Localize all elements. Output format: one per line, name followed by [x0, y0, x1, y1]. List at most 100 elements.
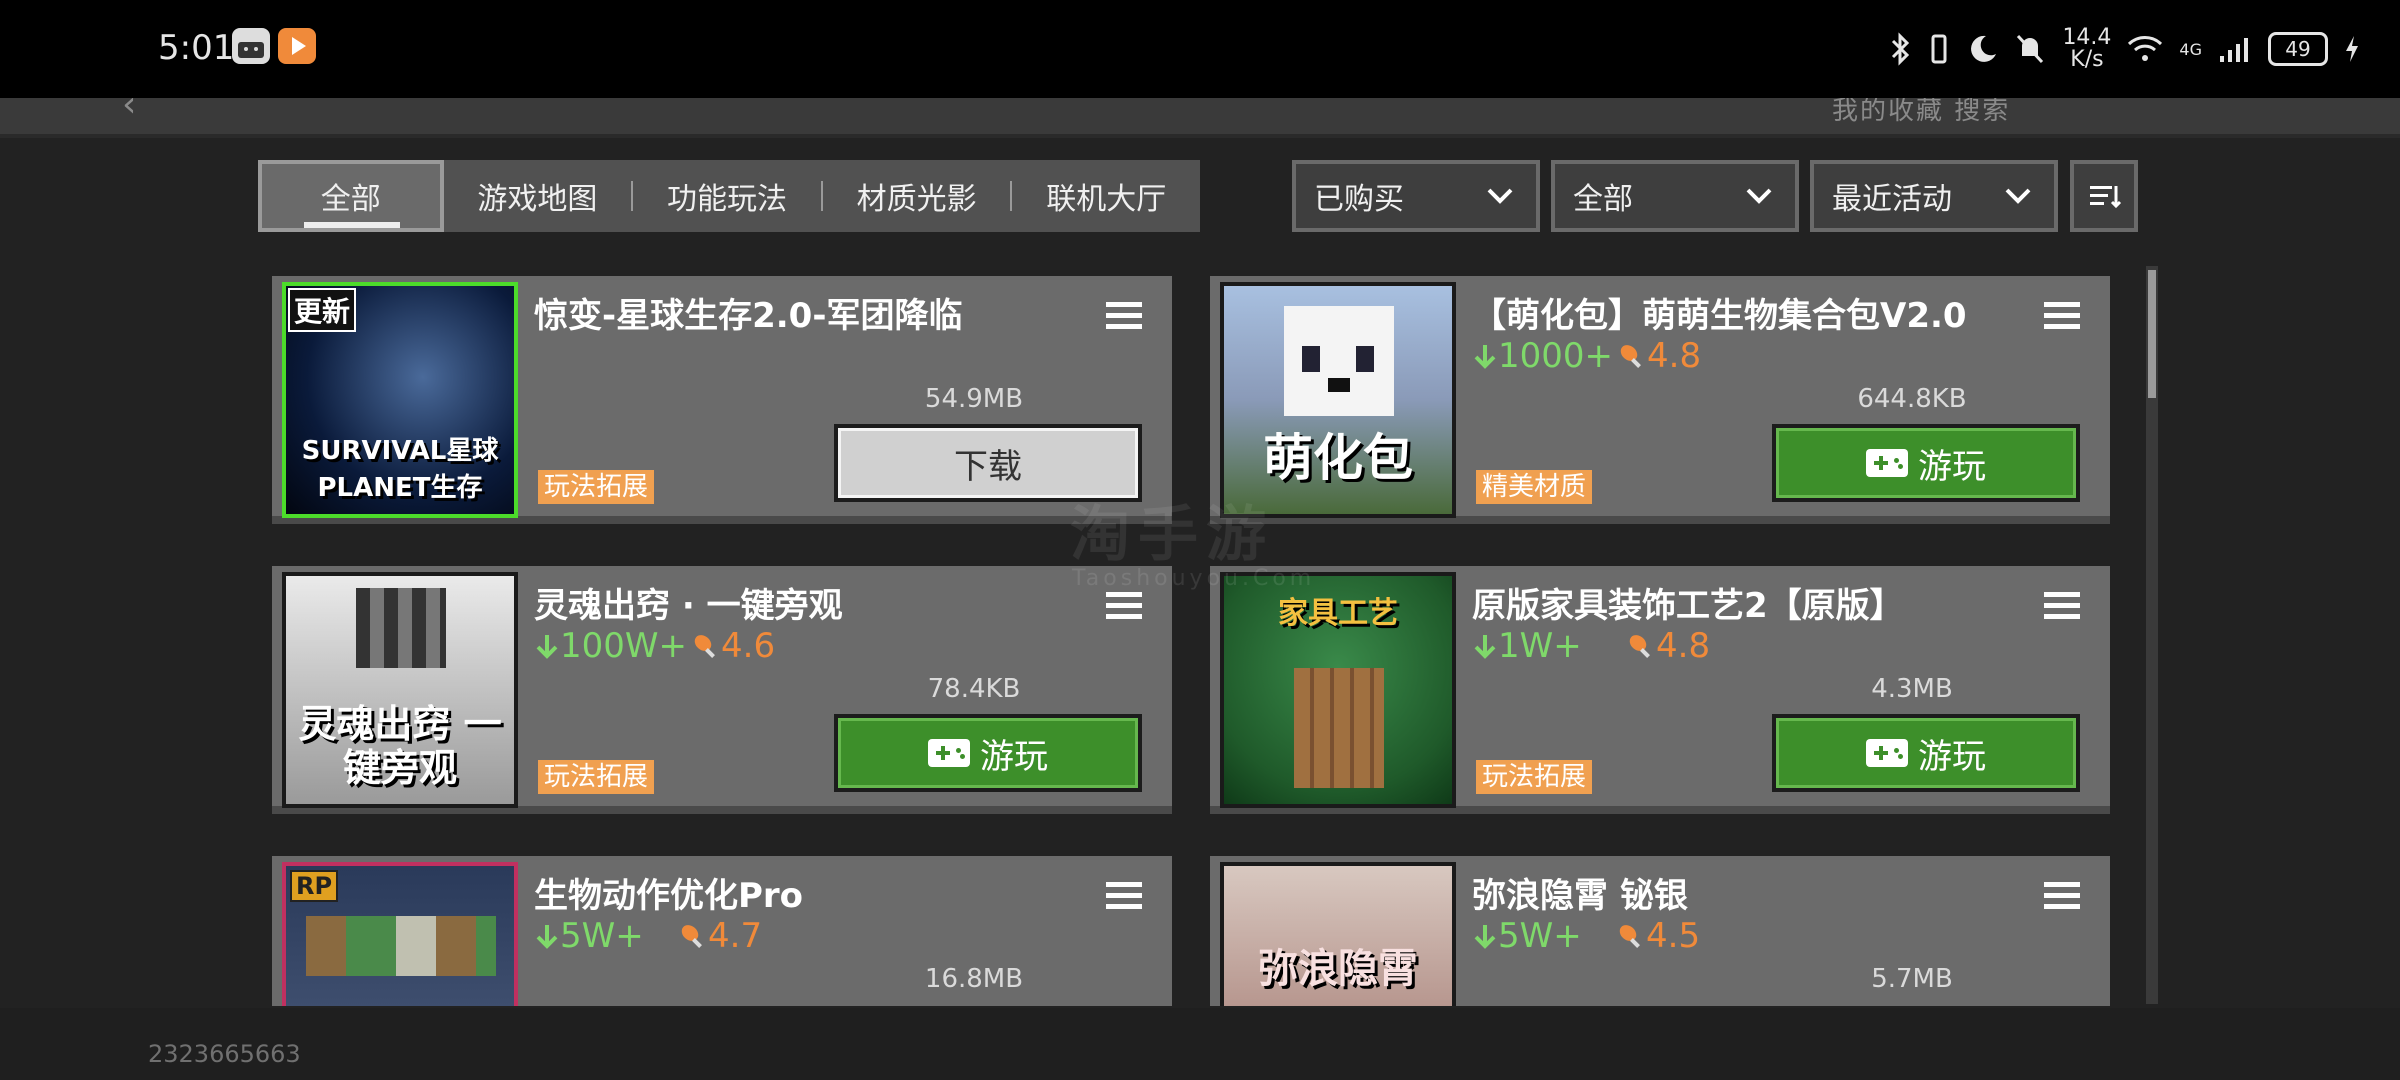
- scrollbar-thumb[interactable]: [2148, 270, 2156, 398]
- play-button[interactable]: 游玩: [1772, 714, 2080, 792]
- file-size: 78.4KB: [927, 674, 1021, 704]
- rating: 4.8: [1617, 336, 1701, 376]
- resource-title[interactable]: 弥浪隐霄 铋银: [1472, 868, 1688, 917]
- tab-all[interactable]: 全部: [258, 160, 444, 232]
- category-tag: 玩法拓展: [538, 470, 655, 504]
- resource-card[interactable]: 萌化包 【萌化包】萌萌生物集合包V2.0 1000+ 4.8 644.8KB 精…: [1210, 276, 2110, 524]
- charging-icon: [2346, 36, 2358, 62]
- tab-textures-shaders[interactable]: 材质光影: [823, 160, 1011, 232]
- resource-title[interactable]: 原版家具装饰工艺2【原版】: [1472, 578, 1904, 627]
- drumstick-icon: [694, 635, 715, 658]
- user-id-label: 2323665663: [148, 1040, 301, 1068]
- drumstick-icon: [1619, 925, 1640, 948]
- tab-multiplayer-lobby[interactable]: 联机大厅: [1012, 160, 1200, 232]
- menu-icon[interactable]: [2042, 878, 2082, 914]
- purchase-filter-dropdown[interactable]: 已购买: [1292, 160, 1540, 232]
- file-size: 5.7MB: [1871, 964, 1953, 994]
- top-links[interactable]: 我的收藏 搜索: [1832, 98, 2010, 127]
- resource-thumbnail[interactable]: 灵魂出窍 一键旁观: [282, 572, 518, 808]
- play-button[interactable]: 游玩: [834, 714, 1142, 792]
- resource-list[interactable]: 更新 SURVIVAL星球 PLANET生存 惊变-星球生存2.0-军团降临 5…: [258, 266, 2138, 1006]
- resource-stats: 1W+ 4.8: [1472, 626, 1710, 666]
- vibrate-icon: [1931, 34, 1947, 64]
- menu-icon[interactable]: [2042, 588, 2082, 624]
- chevron-down-icon: [2004, 182, 2032, 216]
- gamepad-icon: [928, 739, 970, 767]
- back-chevron-icon[interactable]: ‹: [122, 98, 136, 125]
- gamepad-icon: [1866, 449, 1908, 477]
- thumbnail-caption: 家具工艺: [1278, 596, 1398, 631]
- dropdown-value: 最近活动: [1832, 182, 1952, 217]
- resource-title[interactable]: 【萌化包】萌萌生物集合包V2.0: [1472, 288, 1967, 337]
- resource-thumbnail[interactable]: 家具工艺: [1220, 572, 1456, 808]
- moon-icon: [1971, 35, 1997, 62]
- watermark-url: Taoshouyou.Com: [1072, 566, 1316, 591]
- status-time: 5:01: [158, 28, 235, 68]
- resource-title[interactable]: 生物动作优化Pro: [534, 868, 803, 917]
- rating: 4.5: [1616, 916, 1700, 956]
- thumbnail-chair: [1294, 668, 1384, 788]
- tab-gameplay[interactable]: 功能玩法: [633, 160, 821, 232]
- download-count: 100W+: [534, 626, 687, 666]
- download-arrow-icon: [1474, 635, 1496, 659]
- resource-thumbnail[interactable]: 弥浪隐霄: [1220, 862, 1456, 1006]
- category-tag: 精美材质: [1476, 470, 1593, 504]
- resource-card[interactable]: 更新 SURVIVAL星球 PLANET生存 惊变-星球生存2.0-军团降临 5…: [272, 276, 1172, 524]
- android-notify-icon: [232, 28, 270, 64]
- type-filter-dropdown[interactable]: 全部: [1551, 160, 1799, 232]
- download-arrow-icon: [1474, 345, 1496, 369]
- resource-title[interactable]: 灵魂出窍 · 一键旁观: [534, 578, 843, 627]
- download-count: 1000+: [1472, 336, 1613, 376]
- download-count: 5W+: [1472, 916, 1612, 956]
- thumbnail-caption: 萌化包: [1263, 429, 1413, 487]
- thumbnail-pixel-figure: [356, 588, 446, 668]
- resource-card[interactable]: 家具工艺 原版家具装饰工艺2【原版】 1W+ 4.8 4.3MB 玩法拓展 游玩: [1210, 566, 2110, 814]
- sort-order-dropdown[interactable]: 最近活动: [1810, 160, 2058, 232]
- thumbnail-caption: 灵魂出窍 一键旁观: [298, 702, 502, 790]
- drumstick-icon: [1629, 635, 1650, 658]
- file-size: 54.9MB: [924, 384, 1024, 414]
- resource-stats: 100W+ 4.6: [534, 626, 775, 666]
- top-navigation-bar: ‹ 我的收藏 搜索: [0, 98, 2400, 138]
- thumbnail-caption: 弥浪隐霄: [1258, 946, 1418, 992]
- thumbnail-mobs: [306, 916, 496, 976]
- category-tag: 玩法拓展: [538, 760, 655, 794]
- resource-card[interactable]: RP 生物动作优化Pro 5W+ 4.7 16.8MB: [272, 856, 1172, 1006]
- category-tabs: 全部 游戏地图 功能玩法 材质光影 联机大厅: [258, 160, 1200, 232]
- dropdown-value: 全部: [1573, 182, 1633, 217]
- file-size: 4.3MB: [1871, 674, 1953, 704]
- menu-icon[interactable]: [1104, 588, 1144, 624]
- watermark: 淘手游: [1070, 500, 1274, 570]
- rp-badge: RP: [290, 870, 339, 902]
- network-type: 4G: [2179, 39, 2202, 59]
- chevron-down-icon: [1486, 182, 1514, 216]
- signal-icon: [2220, 38, 2248, 62]
- chevron-down-icon: [1745, 182, 1773, 216]
- resource-stats: 5W+ 4.5: [1472, 916, 1700, 956]
- resource-thumbnail[interactable]: 萌化包: [1220, 282, 1456, 518]
- battery-indicator: 49: [2268, 32, 2328, 66]
- download-count: 5W+: [534, 916, 674, 956]
- resource-card[interactable]: 弥浪隐霄 弥浪隐霄 铋银 5W+ 4.5 5.7MB: [1210, 856, 2110, 1006]
- play-button[interactable]: 游玩: [1772, 424, 2080, 502]
- menu-icon[interactable]: [1104, 298, 1144, 334]
- update-badge: 更新: [288, 288, 357, 332]
- wifi-icon: [2128, 36, 2163, 61]
- rating: 4.7: [678, 916, 762, 956]
- resource-title[interactable]: 惊变-星球生存2.0-军团降临: [534, 288, 962, 337]
- tab-game-maps[interactable]: 游戏地图: [444, 160, 632, 232]
- menu-icon[interactable]: [1104, 878, 1144, 914]
- category-tag: 玩法拓展: [1476, 760, 1593, 794]
- sort-toggle-button[interactable]: [2070, 160, 2138, 232]
- resource-stats: 1000+ 4.8: [1472, 336, 1701, 376]
- resource-thumbnail[interactable]: 更新 SURVIVAL星球 PLANET生存: [282, 282, 518, 518]
- resource-stats: 5W+ 4.7: [534, 916, 762, 956]
- dropdown-value: 已购买: [1314, 182, 1404, 217]
- download-arrow-icon: [1474, 925, 1496, 949]
- resource-thumbnail[interactable]: RP: [282, 862, 518, 1006]
- drumstick-icon: [1620, 345, 1641, 368]
- drumstick-icon: [681, 925, 702, 948]
- file-size: 16.8MB: [924, 964, 1024, 994]
- resource-card[interactable]: 灵魂出窍 一键旁观 灵魂出窍 · 一键旁观 100W+ 4.6 78.4KB 玩…: [272, 566, 1172, 814]
- menu-icon[interactable]: [2042, 298, 2082, 334]
